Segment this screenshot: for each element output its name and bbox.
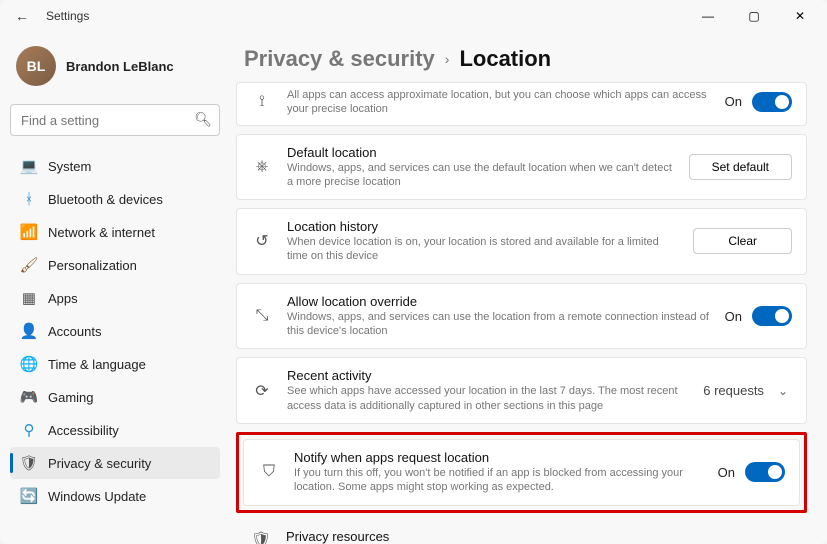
clear-button[interactable]: Clear (693, 228, 792, 254)
card-location-override: ⤡ Allow location override Windows, apps,… (236, 283, 807, 350)
card-title: Default location (287, 145, 675, 160)
card-title: Privacy resources (286, 529, 725, 544)
sidebar-item-accounts[interactable]: 👤 Accounts (10, 315, 220, 347)
titlebar: ← Settings — ▢ ✕ (0, 0, 827, 32)
search-input[interactable] (10, 104, 220, 136)
card-desc: If you turn this off, you won't be notif… (294, 466, 704, 495)
sidebar-item-label: Gaming (48, 390, 94, 405)
sidebar-item-label: Bluetooth & devices (48, 192, 163, 207)
window-title: Settings (46, 9, 89, 23)
card-default-location: ⎈ Default location Windows, apps, and se… (236, 134, 807, 201)
sidebar-item-label: Privacy & security (48, 456, 151, 471)
toggle-state-label: On (725, 309, 742, 324)
card-location-history: ↺ Location history When device location … (236, 208, 807, 275)
back-button[interactable]: ← (4, 8, 40, 24)
card-approximate-location: ⟟ All apps can access approximate locati… (236, 82, 807, 126)
toggle-notify[interactable] (745, 462, 785, 482)
settings-window: ← Settings — ▢ ✕ BL Brandon LeBlanc 🔍︎ 💻… (0, 0, 827, 544)
nav-icon: 🖌 (20, 256, 38, 274)
card-desc: See which apps have accessed your locati… (287, 384, 689, 413)
card-desc: All apps can access approximate location… (287, 88, 711, 117)
notify-icon: ⛉ (258, 461, 280, 483)
search-container: 🔍︎ (10, 104, 220, 136)
card-desc: When device location is on, your locatio… (287, 235, 679, 264)
nav-icon: 📶 (20, 223, 38, 241)
maximize-button[interactable]: ▢ (731, 0, 777, 32)
card-desc: Windows, apps, and services can use the … (287, 161, 675, 190)
sidebar-item-label: Personalization (48, 258, 137, 273)
nav-icon: ᚼ (20, 190, 38, 208)
set-default-button[interactable]: Set default (689, 154, 792, 180)
sidebar-item-network-internet[interactable]: 📶 Network & internet (10, 216, 220, 248)
nav-list: 💻 System ᚼ Bluetooth & devices 📶 Network & in… (10, 150, 220, 512)
clock-icon: ⟳ (251, 380, 273, 402)
sidebar-item-system[interactable]: 💻 System (10, 150, 220, 182)
profile-name: Brandon LeBlanc (66, 59, 174, 74)
sidebar-item-bluetooth-devices[interactable]: ᚼ Bluetooth & devices (10, 183, 220, 215)
sidebar-item-windows-update[interactable]: 🔄 Windows Update (10, 480, 220, 512)
profile[interactable]: BL Brandon LeBlanc (10, 40, 220, 92)
avatar: BL (16, 46, 56, 86)
nav-icon: 🔄 (20, 487, 38, 505)
sidebar-item-label: Windows Update (48, 489, 146, 504)
sidebar-item-label: Accessibility (48, 423, 119, 438)
toggle-state-label: On (725, 94, 742, 109)
slider-icon: ⟟ (251, 91, 273, 113)
sidebar-item-accessibility[interactable]: ⚲ Accessibility (10, 414, 220, 446)
nav-icon: 💻 (20, 157, 38, 175)
map-pin-icon: ⎈ (251, 156, 273, 178)
history-icon: ↺ (251, 230, 273, 252)
card-recent-activity[interactable]: ⟳ Recent activity See which apps have ac… (236, 357, 807, 424)
chevron-right-icon: › (445, 51, 450, 67)
nav-icon: ⚲ (20, 421, 38, 439)
chevron-down-icon: ⌄ (774, 384, 792, 398)
override-icon: ⤡ (251, 305, 273, 327)
nav-icon: 🎮 (20, 388, 38, 406)
minimize-button[interactable]: — (685, 0, 731, 32)
breadcrumb: Privacy & security › Location (236, 32, 807, 82)
main-panel: Privacy & security › Location ⟟ All apps… (230, 32, 827, 544)
breadcrumb-parent[interactable]: Privacy & security (244, 46, 435, 72)
sidebar-item-gaming[interactable]: 🎮 Gaming (10, 381, 220, 413)
toggle-approximate[interactable] (752, 92, 792, 112)
sidebar-item-label: Apps (48, 291, 78, 306)
highlight-annotation: ⛉ Notify when apps request location If y… (236, 432, 807, 513)
card-privacy-resources: 🛡 Privacy resources About these settings… (236, 521, 807, 544)
toggle-override[interactable] (752, 306, 792, 326)
breadcrumb-current: Location (459, 46, 551, 72)
shield-icon: 🛡 (250, 529, 272, 544)
sidebar: BL Brandon LeBlanc 🔍︎ 💻 System ᚼ Bluetooth … (0, 32, 230, 544)
nav-icon: ▦ (20, 289, 38, 307)
close-button[interactable]: ✕ (777, 0, 823, 32)
search-icon: 🔍︎ (194, 111, 212, 128)
sidebar-item-label: Time & language (48, 357, 146, 372)
sidebar-item-apps[interactable]: ▦ Apps (10, 282, 220, 314)
toggle-state-label: On (718, 465, 735, 480)
sidebar-item-label: Network & internet (48, 225, 155, 240)
sidebar-item-time-language[interactable]: 🌐 Time & language (10, 348, 220, 380)
card-desc: Windows, apps, and services can use the … (287, 310, 711, 339)
sidebar-item-label: System (48, 159, 91, 174)
card-title: Recent activity (287, 368, 689, 383)
sidebar-item-privacy-security[interactable]: 🛡 Privacy & security (10, 447, 220, 479)
sidebar-item-label: Accounts (48, 324, 101, 339)
nav-icon: 👤 (20, 322, 38, 340)
card-title: Location history (287, 219, 679, 234)
card-title: Notify when apps request location (294, 450, 704, 465)
nav-icon: 🌐 (20, 355, 38, 373)
nav-icon: 🛡 (20, 454, 38, 472)
card-title: Allow location override (287, 294, 711, 309)
card-notify-apps: ⛉ Notify when apps request location If y… (243, 439, 800, 506)
sidebar-item-personalization[interactable]: 🖌 Personalization (10, 249, 220, 281)
request-count: 6 requests (703, 383, 764, 398)
